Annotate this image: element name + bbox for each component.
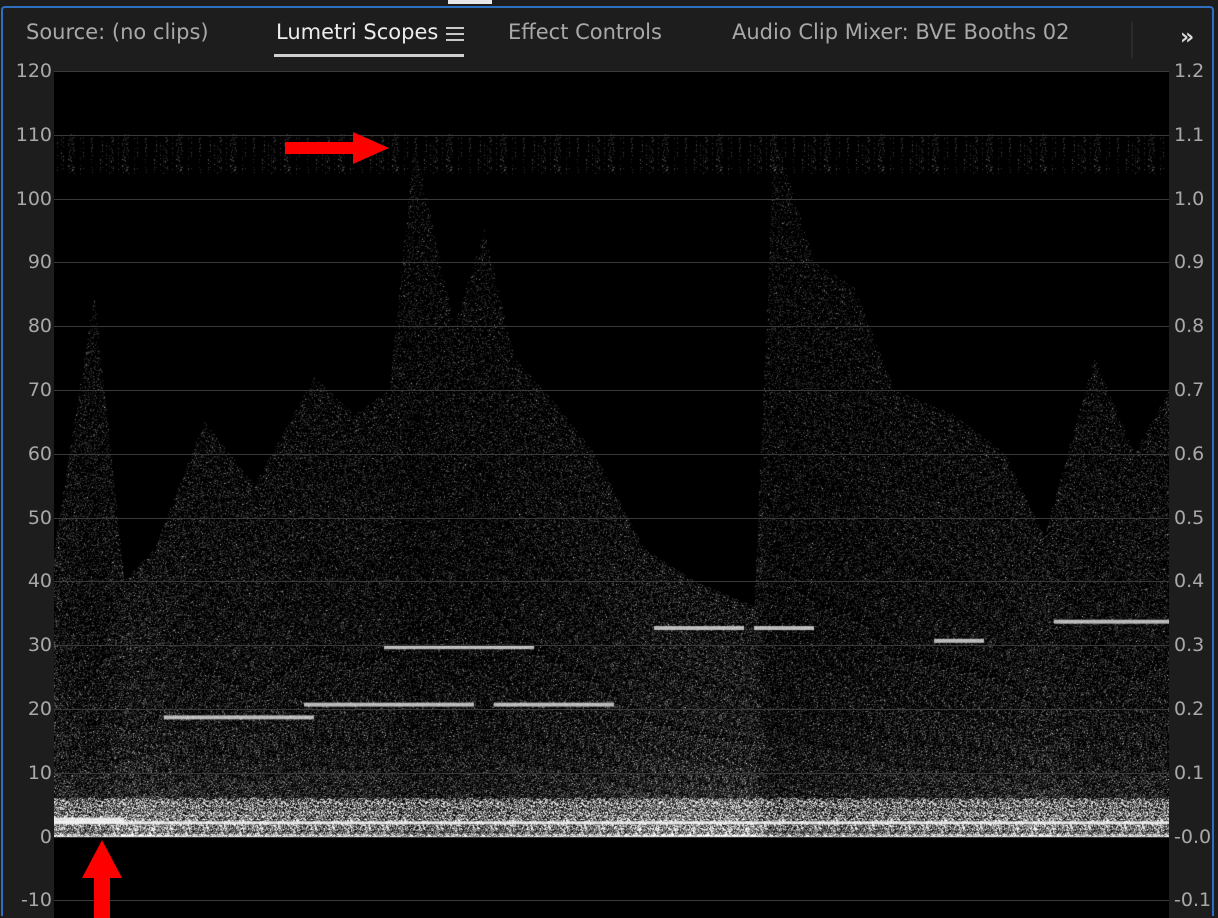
panel-tab-bar: Source: (no clips) Lumetri Scopes Effect… [0,8,1218,60]
tab-divider [1131,22,1133,58]
left-axis-tick-label: 20 [27,698,52,720]
left-axis-tick-label: -10 [20,889,52,912]
double-chevron-right-icon[interactable]: » [1180,25,1194,50]
active-tab-indicator [274,54,464,57]
red-arrow-icon [82,840,122,918]
tab-effect-controls[interactable]: Effect Controls [508,20,662,44]
right-axis-tick-label: 0.2 [1174,698,1205,720]
tab-source[interactable]: Source: (no clips) [26,20,209,44]
right-axis-tick-label: 0.7 [1174,379,1205,401]
left-axis-tick-label: 10 [27,761,52,784]
right-axis-tick-label: 0.9 [1174,251,1205,274]
gridline [54,836,1169,838]
gridline [54,262,1169,264]
gridline [54,900,1169,902]
left-axis-tick-label: 30 [27,634,52,657]
red-arrow-icon [285,132,389,164]
gridline [54,198,1169,200]
gridline [54,390,1169,391]
gridline [54,645,1169,647]
gridline [54,326,1169,328]
tab-lumetri-scopes[interactable]: Lumetri Scopes [276,20,438,44]
gridline [54,709,1169,710]
gridline [54,517,1169,519]
left-axis-tick-label: 60 [27,442,52,465]
right-axis-tick-label: 0.4 [1174,570,1205,593]
right-axis-tick-label: 0.1 [1174,761,1205,784]
left-axis-tick-label: 120 [15,60,52,82]
left-axis-tick-label: 100 [15,187,52,210]
left-axis-tick-label: 70 [27,379,52,401]
left-axis-tick-label: 110 [15,123,52,146]
gridline [54,581,1169,583]
right-axis-tick-label: 1.0 [1174,187,1205,210]
right-axis-tick-label: 1.1 [1174,123,1205,146]
right-axis-tick-label: -0.0 [1174,825,1212,848]
left-axis-tick-label: 40 [27,570,52,593]
panel-drag-indicator[interactable] [448,0,492,4]
gridline [54,134,1169,136]
tab-audio-clip-mixer[interactable]: Audio Clip Mixer: BVE Booths 02 [732,20,1069,44]
right-axis-tick-label: -0.1 [1174,889,1212,912]
left-axis-tick-label: 80 [27,315,52,338]
lumetri-scopes-panel: Source: (no clips) Lumetri Scopes Effect… [0,0,1218,918]
gridline [54,453,1169,455]
left-axis-tick-label: 90 [27,251,52,274]
left-axis-tick-label: 0 [39,825,52,848]
right-axis-tick-label: 0.5 [1174,506,1205,529]
right-axis-tick-label: 0.8 [1174,315,1205,338]
hamburger-menu-icon[interactable] [446,27,464,41]
right-axis-tick-label: 0.3 [1174,634,1205,657]
waveform-scope[interactable] [54,71,1169,918]
right-axis-tick-label: 0.6 [1174,442,1205,465]
gridline [54,71,1169,72]
right-axis-tick-label: 1.2 [1174,60,1205,82]
left-axis-tick-label: 50 [27,506,52,529]
gridline [54,772,1169,774]
